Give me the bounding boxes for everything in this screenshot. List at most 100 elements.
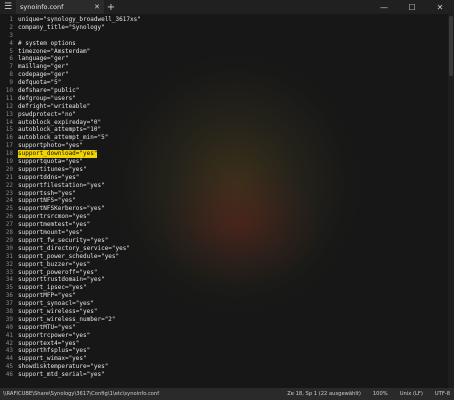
line-text: support_fw_security="yes" <box>18 236 109 244</box>
code-line[interactable]: 46 support_mtd_serial="yes" <box>0 371 454 379</box>
code-line[interactable]: 30 support_directory_service="yes" <box>0 245 454 253</box>
code-line[interactable]: 39 support_wireless_number="2" <box>0 316 454 324</box>
code-line[interactable]: 40 supportMTU="yes" <box>0 324 454 332</box>
line-text: autoblock_attempts="10" <box>18 126 102 134</box>
code-line[interactable]: 6 language="ger" <box>0 55 454 63</box>
line-text: supportddns="yes" <box>18 173 80 181</box>
line-number: 31 <box>5 252 13 260</box>
code-line[interactable]: 27 supportmemtest="yes" <box>0 221 454 229</box>
line-number: 38 <box>5 307 13 315</box>
code-line[interactable]: 9 defquota="5" <box>0 79 454 87</box>
code-line[interactable]: 7 maillang="ger" <box>0 63 454 71</box>
code-line[interactable]: 13 pswdprotect="no" <box>0 111 454 119</box>
line-number: 27 <box>5 221 13 229</box>
line-number: 33 <box>5 268 13 276</box>
line-text: supportMTU="yes" <box>18 323 76 331</box>
line-text: supporthfsplus="yes" <box>18 347 91 355</box>
code-lines: 1 unique="synology_broadwell_3617xs" 2 comp… <box>0 16 454 379</box>
code-line[interactable]: 19 supportquota="yes" <box>0 158 454 166</box>
code-line[interactable]: 32 support_buzzer="yes" <box>0 261 454 269</box>
line-text: supportNFSKerberos="yes" <box>18 205 105 213</box>
line-text: pswdprotect="no" <box>18 110 76 118</box>
text-editor[interactable]: 1 unique="synology_broadwell_3617xs" 2 comp… <box>0 14 454 388</box>
code-line[interactable]: 21 supportddns="yes" <box>0 174 454 182</box>
code-line[interactable]: 17 supportphoto="yes" <box>0 142 454 150</box>
code-line[interactable]: 22 supportfilestation="yes" <box>0 182 454 190</box>
code-line[interactable]: 25 supportNFSKerberos="yes" <box>0 205 454 213</box>
line-number: 9 <box>9 79 13 87</box>
code-line[interactable]: 4 # system options <box>0 40 454 48</box>
line-number: 15 <box>5 126 13 134</box>
vertical-scrollbar[interactable] <box>448 14 454 388</box>
close-icon[interactable]: ✕ <box>94 3 100 11</box>
code-line[interactable]: 11 defgroup="users" <box>0 95 454 103</box>
scrollbar-thumb[interactable] <box>449 16 453 76</box>
line-number: 28 <box>5 229 13 237</box>
code-line[interactable]: 2 company_title="Synology" <box>0 24 454 32</box>
code-line[interactable]: 35 support_ipsec="yes" <box>0 284 454 292</box>
code-line[interactable]: 34 supporttrustdomain="yes" <box>0 276 454 284</box>
code-line[interactable]: 8 codepage="ger" <box>0 71 454 79</box>
line-text: supportmemtest="yes" <box>18 221 91 229</box>
line-number: 8 <box>9 71 13 79</box>
code-line[interactable]: 31 support_power_schedule="yes" <box>0 253 454 261</box>
tab-synoinfo[interactable]: synoinfo.conf ✕ <box>16 0 104 14</box>
zoom-level[interactable]: 100% <box>373 391 388 397</box>
line-text: supportrcpower="yes" <box>18 331 91 339</box>
code-line[interactable]: 12 defright="writeable" <box>0 103 454 111</box>
code-line[interactable]: 3 <box>0 32 454 40</box>
code-line[interactable]: 20 supportitunes="yes" <box>0 166 454 174</box>
line-text: support_wireless_number="2" <box>18 315 116 323</box>
line-text: support_mtd_serial="yes" <box>18 371 105 379</box>
line-number: 44 <box>5 355 13 363</box>
line-text: support_poweroff="yes" <box>18 268 98 276</box>
line-number: 14 <box>5 118 13 126</box>
code-line[interactable]: 33 support_poweroff="yes" <box>0 269 454 277</box>
line-text: defshare="public" <box>18 87 80 95</box>
code-line[interactable]: 29 support_fw_security="yes" <box>0 237 454 245</box>
code-line[interactable]: 24 supportNFS="yes" <box>0 197 454 205</box>
code-line[interactable]: 14 autoblock_expireday="0" <box>0 119 454 127</box>
code-line[interactable]: 26 supportrsrcmon="yes" <box>0 213 454 221</box>
line-number: 17 <box>5 142 13 150</box>
line-text: support_download="yes" <box>18 150 98 159</box>
line-number: 36 <box>5 292 13 300</box>
code-line[interactable]: 38 support_wireless="yes" <box>0 308 454 316</box>
code-line[interactable]: 45 showdisktemperature="yes" <box>0 363 454 371</box>
line-text: unique="synology_broadwell_3617xs" <box>18 16 141 23</box>
code-line[interactable]: 18 support_download="yes" <box>0 150 454 159</box>
code-line[interactable]: 1 unique="synology_broadwell_3617xs" <box>0 16 454 24</box>
line-text: supportssh="yes" <box>18 189 76 197</box>
code-line[interactable]: 42 supportext4="yes" <box>0 340 454 348</box>
line-text: support_wireless="yes" <box>18 307 98 315</box>
window-controls: — ☐ ✕ <box>370 0 454 14</box>
code-line[interactable]: 23 supportssh="yes" <box>0 190 454 198</box>
code-line[interactable]: 5 timezone="Amsterdam" <box>0 48 454 56</box>
plus-icon[interactable]: + <box>104 0 118 14</box>
line-text: autoblock_expireday="0" <box>18 118 102 126</box>
code-line[interactable]: 36 supportMFP="yes" <box>0 292 454 300</box>
code-line[interactable]: 37 support_synoacl="yes" <box>0 300 454 308</box>
code-line[interactable]: 28 supportmount="yes" <box>0 229 454 237</box>
code-line[interactable]: 43 supporthfsplus="yes" <box>0 347 454 355</box>
line-number: 10 <box>5 87 13 95</box>
close-window-button[interactable]: ✕ <box>426 0 454 14</box>
code-line[interactable]: 44 support_wimax="yes" <box>0 355 454 363</box>
minimize-button[interactable]: — <box>370 0 398 14</box>
hamburger-icon[interactable]: ☰ <box>0 0 16 14</box>
line-text: defquota="5" <box>18 79 62 87</box>
code-line[interactable]: 10 defshare="public" <box>0 87 454 95</box>
code-line[interactable]: 16 autoblock_attempt_min="5" <box>0 134 454 142</box>
encoding[interactable]: UTF-8 <box>435 391 450 397</box>
code-line[interactable]: 15 autoblock_attempts="10" <box>0 126 454 134</box>
code-line[interactable]: 41 supportrcpower="yes" <box>0 332 454 340</box>
line-text: support_directory_service="yes" <box>18 244 130 252</box>
line-number: 30 <box>5 244 13 252</box>
line-text: supportfilestation="yes" <box>18 181 105 189</box>
cursor-position: Ze 18, Sp 1 (22 ausgewählt) <box>287 391 361 397</box>
tab-title: synoinfo.conf <box>20 3 64 11</box>
line-number: 6 <box>9 55 13 63</box>
line-ending[interactable]: Unix (LF) <box>400 391 423 397</box>
maximize-button[interactable]: ☐ <box>398 0 426 14</box>
line-number: 42 <box>5 339 13 347</box>
